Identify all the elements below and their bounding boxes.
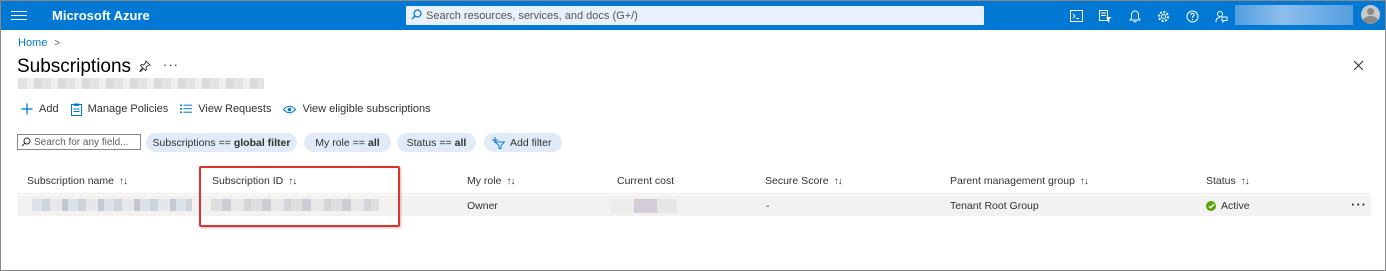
column-header-secure-score[interactable]: Secure Score ↑↓ xyxy=(765,175,843,187)
add-filter-label: Add filter xyxy=(510,136,552,149)
close-icon[interactable] xyxy=(1353,60,1364,71)
view-eligible-subscriptions-button[interactable]: View eligible subscriptions xyxy=(283,103,431,115)
bell-icon[interactable] xyxy=(1120,7,1149,25)
subscription-name-redacted[interactable] xyxy=(32,199,192,211)
sort-icon[interactable]: ↑↓ xyxy=(1080,176,1089,187)
column-header-subscription-name[interactable]: Subscription name ↑↓ xyxy=(27,175,128,187)
pill-operator: == xyxy=(352,136,365,149)
more-options-button[interactable]: ··· xyxy=(163,57,179,72)
column-label: My role xyxy=(467,175,502,187)
column-label: Secure Score xyxy=(765,175,829,187)
brand-title[interactable]: Microsoft Azure xyxy=(52,8,150,23)
breadcrumb-home-link[interactable]: Home xyxy=(18,37,47,49)
top-bar: Microsoft Azure xyxy=(1,1,1385,30)
sort-icon[interactable]: ↑↓ xyxy=(834,176,843,187)
column-header-current-cost[interactable]: Current cost xyxy=(617,175,674,187)
subscriptions-filter-pill[interactable]: Subscriptions == global filter xyxy=(146,133,297,152)
manage-policies-label: Manage Policies xyxy=(87,103,169,115)
check-circle-icon xyxy=(1206,201,1216,211)
add-label: Add xyxy=(39,103,59,115)
column-header-status[interactable]: Status ↑↓ xyxy=(1206,175,1250,187)
breadcrumb: Home > xyxy=(18,37,60,49)
chevron-right-icon: > xyxy=(54,37,61,49)
pill-label: Subscriptions xyxy=(152,136,216,149)
directory-filter-icon[interactable] xyxy=(1091,7,1120,25)
row-more-button[interactable]: ··· xyxy=(1351,197,1367,212)
pin-icon[interactable] xyxy=(139,60,151,72)
column-label: Subscription name xyxy=(27,175,114,187)
add-filter-icon xyxy=(492,136,505,149)
my-role-filter-pill[interactable]: My role == all xyxy=(304,133,391,152)
cell-parent-group: Tenant Root Group xyxy=(950,200,1039,212)
global-search[interactable] xyxy=(406,6,984,25)
directory-name-redacted xyxy=(18,78,264,89)
gear-icon[interactable] xyxy=(1149,7,1178,25)
column-label: Status xyxy=(1206,175,1236,187)
view-eligible-label: View eligible subscriptions xyxy=(302,103,431,115)
pill-value: all xyxy=(454,136,467,149)
search-icon xyxy=(411,9,422,20)
view-requests-label: View Requests xyxy=(198,103,272,115)
cell-secure-score: - xyxy=(766,200,770,212)
account-info-redacted[interactable] xyxy=(1235,5,1353,25)
help-icon[interactable] xyxy=(1178,7,1207,25)
search-icon xyxy=(21,137,31,147)
column-label: Current cost xyxy=(617,175,675,187)
view-requests-button[interactable]: View Requests xyxy=(180,103,271,115)
page-title: Subscriptions xyxy=(17,56,132,77)
pill-operator: == xyxy=(218,136,231,149)
sort-icon[interactable]: ↑↓ xyxy=(119,176,128,187)
eye-icon xyxy=(283,105,297,113)
filter-search-field[interactable] xyxy=(17,134,141,150)
status-label: Active xyxy=(1221,200,1250,212)
pill-label: My role xyxy=(315,136,350,149)
clipboard-icon xyxy=(70,103,82,116)
pill-label: Status xyxy=(406,136,437,149)
pill-operator: == xyxy=(439,136,452,149)
filter-search-input[interactable] xyxy=(34,135,138,149)
top-icons xyxy=(1062,7,1236,25)
cell-my-role: Owner xyxy=(467,200,498,212)
list-icon xyxy=(180,104,193,113)
current-cost-redacted xyxy=(611,199,677,213)
column-header-parent-management-group[interactable]: Parent management group ↑↓ xyxy=(950,175,1089,187)
add-button[interactable]: Add xyxy=(21,103,59,115)
cloud-shell-icon[interactable] xyxy=(1062,7,1091,25)
avatar[interactable] xyxy=(1361,5,1380,24)
pill-value: global filter xyxy=(233,136,291,149)
manage-policies-button[interactable]: Manage Policies xyxy=(70,103,169,116)
hamburger-menu-icon[interactable] xyxy=(11,8,27,22)
highlight-box xyxy=(199,166,400,227)
cell-status: Active xyxy=(1206,200,1250,212)
sort-icon[interactable]: ↑↓ xyxy=(1241,176,1250,187)
command-bar: Add Manage Policies View Requests View e… xyxy=(21,101,443,117)
column-header-my-role[interactable]: My role ↑↓ xyxy=(467,175,515,187)
status-filter-pill[interactable]: Status == all xyxy=(397,133,476,152)
sort-icon[interactable]: ↑↓ xyxy=(506,176,515,187)
feedback-icon[interactable] xyxy=(1207,7,1236,25)
global-search-input[interactable] xyxy=(426,7,966,24)
add-filter-button[interactable]: Add filter xyxy=(484,133,562,152)
plus-icon xyxy=(21,103,33,115)
column-label: Parent management group xyxy=(950,175,1075,187)
pill-value: all xyxy=(368,136,380,149)
